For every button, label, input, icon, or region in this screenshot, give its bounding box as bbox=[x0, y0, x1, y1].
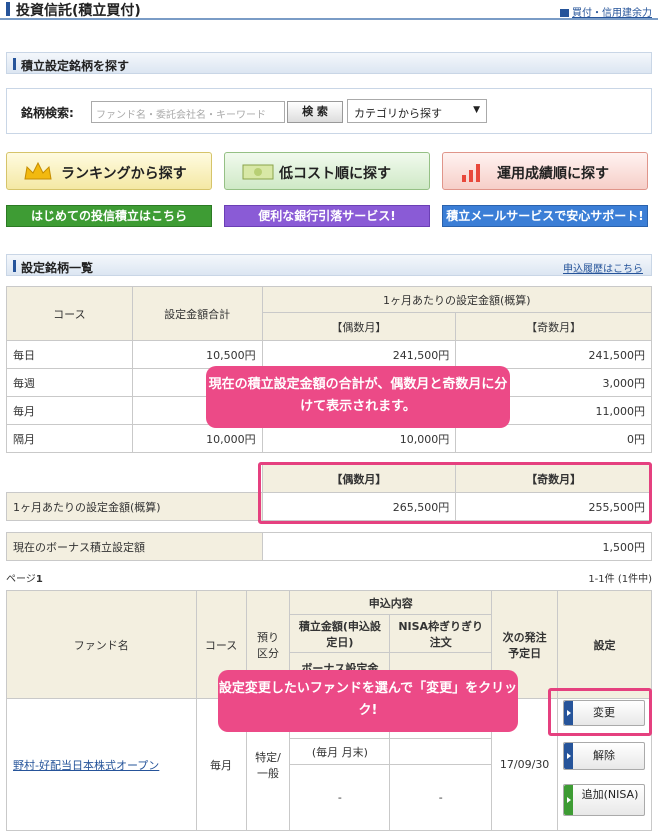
ranking-button-label: ランキングから探す bbox=[61, 166, 187, 182]
chevron-right-icon bbox=[564, 785, 573, 815]
row-course: 毎週 bbox=[6, 368, 133, 397]
beginner-banner[interactable]: はじめての投信積立はこちら bbox=[6, 205, 212, 227]
list-section-header: 設定銘柄一覧 申込履歴はこちら bbox=[6, 254, 652, 276]
change-button-highlight bbox=[548, 688, 652, 736]
header-even: 【偶数月】 bbox=[261, 312, 457, 341]
row-total: 10,500円 bbox=[131, 340, 263, 369]
add-nisa-button-label: 追加(NISA) bbox=[581, 788, 639, 801]
page-header: 投資信託(積立買付) 買付・信用建余力 bbox=[0, 0, 658, 20]
header-apply: 申込内容 bbox=[289, 590, 493, 615]
result-count: 1-1件 (1件中) bbox=[588, 574, 652, 585]
low-cost-button-label: 低コスト順に探す bbox=[279, 166, 391, 182]
fund-name-link[interactable]: 野村-好配当日本株式オープン bbox=[13, 759, 159, 772]
ranking-button[interactable]: ランキングから探す bbox=[6, 152, 212, 190]
table-row: 隔月 10,000円 10,000円 0円 bbox=[6, 424, 652, 453]
fund-bonus-month: (毎月 月末) bbox=[289, 738, 391, 765]
monthly-total-highlight bbox=[258, 462, 652, 524]
header-setting: 設定 bbox=[557, 590, 652, 699]
header-amount: 積立金額(申込設定日) bbox=[289, 614, 391, 653]
search-input[interactable]: ファンド名・委託会社名・キーワード bbox=[91, 101, 285, 123]
bonus-table: 現在のボーナス積立設定額 1,500円 bbox=[6, 532, 653, 561]
title-marker bbox=[6, 2, 10, 16]
low-cost-button[interactable]: 低コスト順に探す bbox=[224, 152, 430, 190]
buying-power-link[interactable]: 買付・信用建余力 bbox=[560, 4, 652, 19]
table-row: 毎日 10,500円 241,500円 241,500円 bbox=[6, 340, 652, 369]
bank-debit-banner[interactable]: 便利な銀行引落サービス! bbox=[224, 205, 430, 227]
section-marker bbox=[13, 260, 16, 272]
header-fund: ファンド名 bbox=[6, 590, 197, 699]
page-label: ページ bbox=[6, 574, 36, 585]
row-even: 10,000円 bbox=[261, 424, 457, 453]
category-select[interactable]: カテゴリから探す ▼ bbox=[347, 99, 487, 123]
bonus-label: 現在のボーナス積立設定額 bbox=[6, 532, 263, 561]
search-label: 銘柄検索: bbox=[21, 106, 74, 120]
cancel-button[interactable]: 解除 bbox=[563, 742, 645, 770]
header-odd: 【奇数月】 bbox=[455, 312, 652, 341]
banknote-icon bbox=[242, 164, 274, 180]
category-select-value: カテゴリから探す bbox=[354, 107, 442, 120]
row-odd: 0円 bbox=[455, 424, 652, 453]
header-monthly: 1ヶ月あたりの設定金額(概算) bbox=[261, 286, 653, 313]
row-even: 241,500円 bbox=[261, 340, 457, 369]
header-total: 設定金額合計 bbox=[131, 286, 263, 341]
dropdown-arrow-icon: ▼ bbox=[473, 105, 480, 115]
performance-button-label: 運用成績順に探す bbox=[497, 166, 609, 182]
page-number[interactable]: 1 bbox=[36, 574, 43, 585]
row-odd: 241,500円 bbox=[455, 340, 652, 369]
row-course: 隔月 bbox=[6, 424, 133, 453]
search-section-title: 積立設定銘柄を探す bbox=[21, 59, 130, 73]
fund-name-cell: 野村-好配当日本株式オープン bbox=[6, 698, 197, 831]
search-button[interactable]: 検 索 bbox=[287, 101, 343, 123]
row-course: 毎日 bbox=[6, 340, 133, 369]
header-nisa: NISA枠ぎりぎり注文 bbox=[389, 614, 493, 653]
blank-cell bbox=[7, 465, 263, 493]
header-course: コース bbox=[6, 286, 133, 341]
search-box: 銘柄検索: ファンド名・委託会社名・キーワード 検 索 カテゴリから探す ▼ bbox=[6, 88, 652, 134]
window-icon bbox=[560, 9, 569, 17]
fund-dash: - bbox=[389, 764, 493, 831]
totals-callout: 現在の積立設定金額の合計が、偶数月と奇数月に分けて表示されます。 bbox=[206, 366, 510, 428]
buying-power-link-label[interactable]: 買付・信用建余力 bbox=[572, 8, 652, 19]
bonus-value: 1,500円 bbox=[261, 532, 653, 561]
bar-chart-icon bbox=[462, 164, 480, 182]
cancel-button-label: 解除 bbox=[593, 749, 615, 762]
change-callout: 設定変更したいファンドを選んで「変更」をクリック! bbox=[218, 670, 518, 732]
monthly-total-label: 1ヶ月あたりの設定金額(概算) bbox=[6, 492, 263, 521]
crown-icon bbox=[24, 161, 52, 180]
pager: ページ1 bbox=[6, 570, 43, 585]
fund-tax bbox=[389, 738, 493, 765]
fund-dash: - bbox=[289, 764, 391, 831]
row-total: 10,000円 bbox=[131, 424, 263, 453]
add-nisa-button[interactable]: 追加(NISA) bbox=[563, 784, 645, 816]
mail-service-banner[interactable]: 積立メールサービスで安心サポート! bbox=[442, 205, 648, 227]
list-section-title: 設定銘柄一覧 bbox=[21, 261, 94, 275]
chevron-right-icon bbox=[564, 743, 573, 769]
section-marker bbox=[13, 58, 16, 70]
performance-button[interactable]: 運用成績順に探す bbox=[442, 152, 648, 190]
search-section-header: 積立設定銘柄を探す bbox=[6, 52, 652, 74]
row-course: 毎月 bbox=[6, 396, 133, 425]
history-link[interactable]: 申込履歴はこちら bbox=[563, 260, 643, 275]
page-title: 投資信託(積立買付) bbox=[16, 3, 141, 19]
